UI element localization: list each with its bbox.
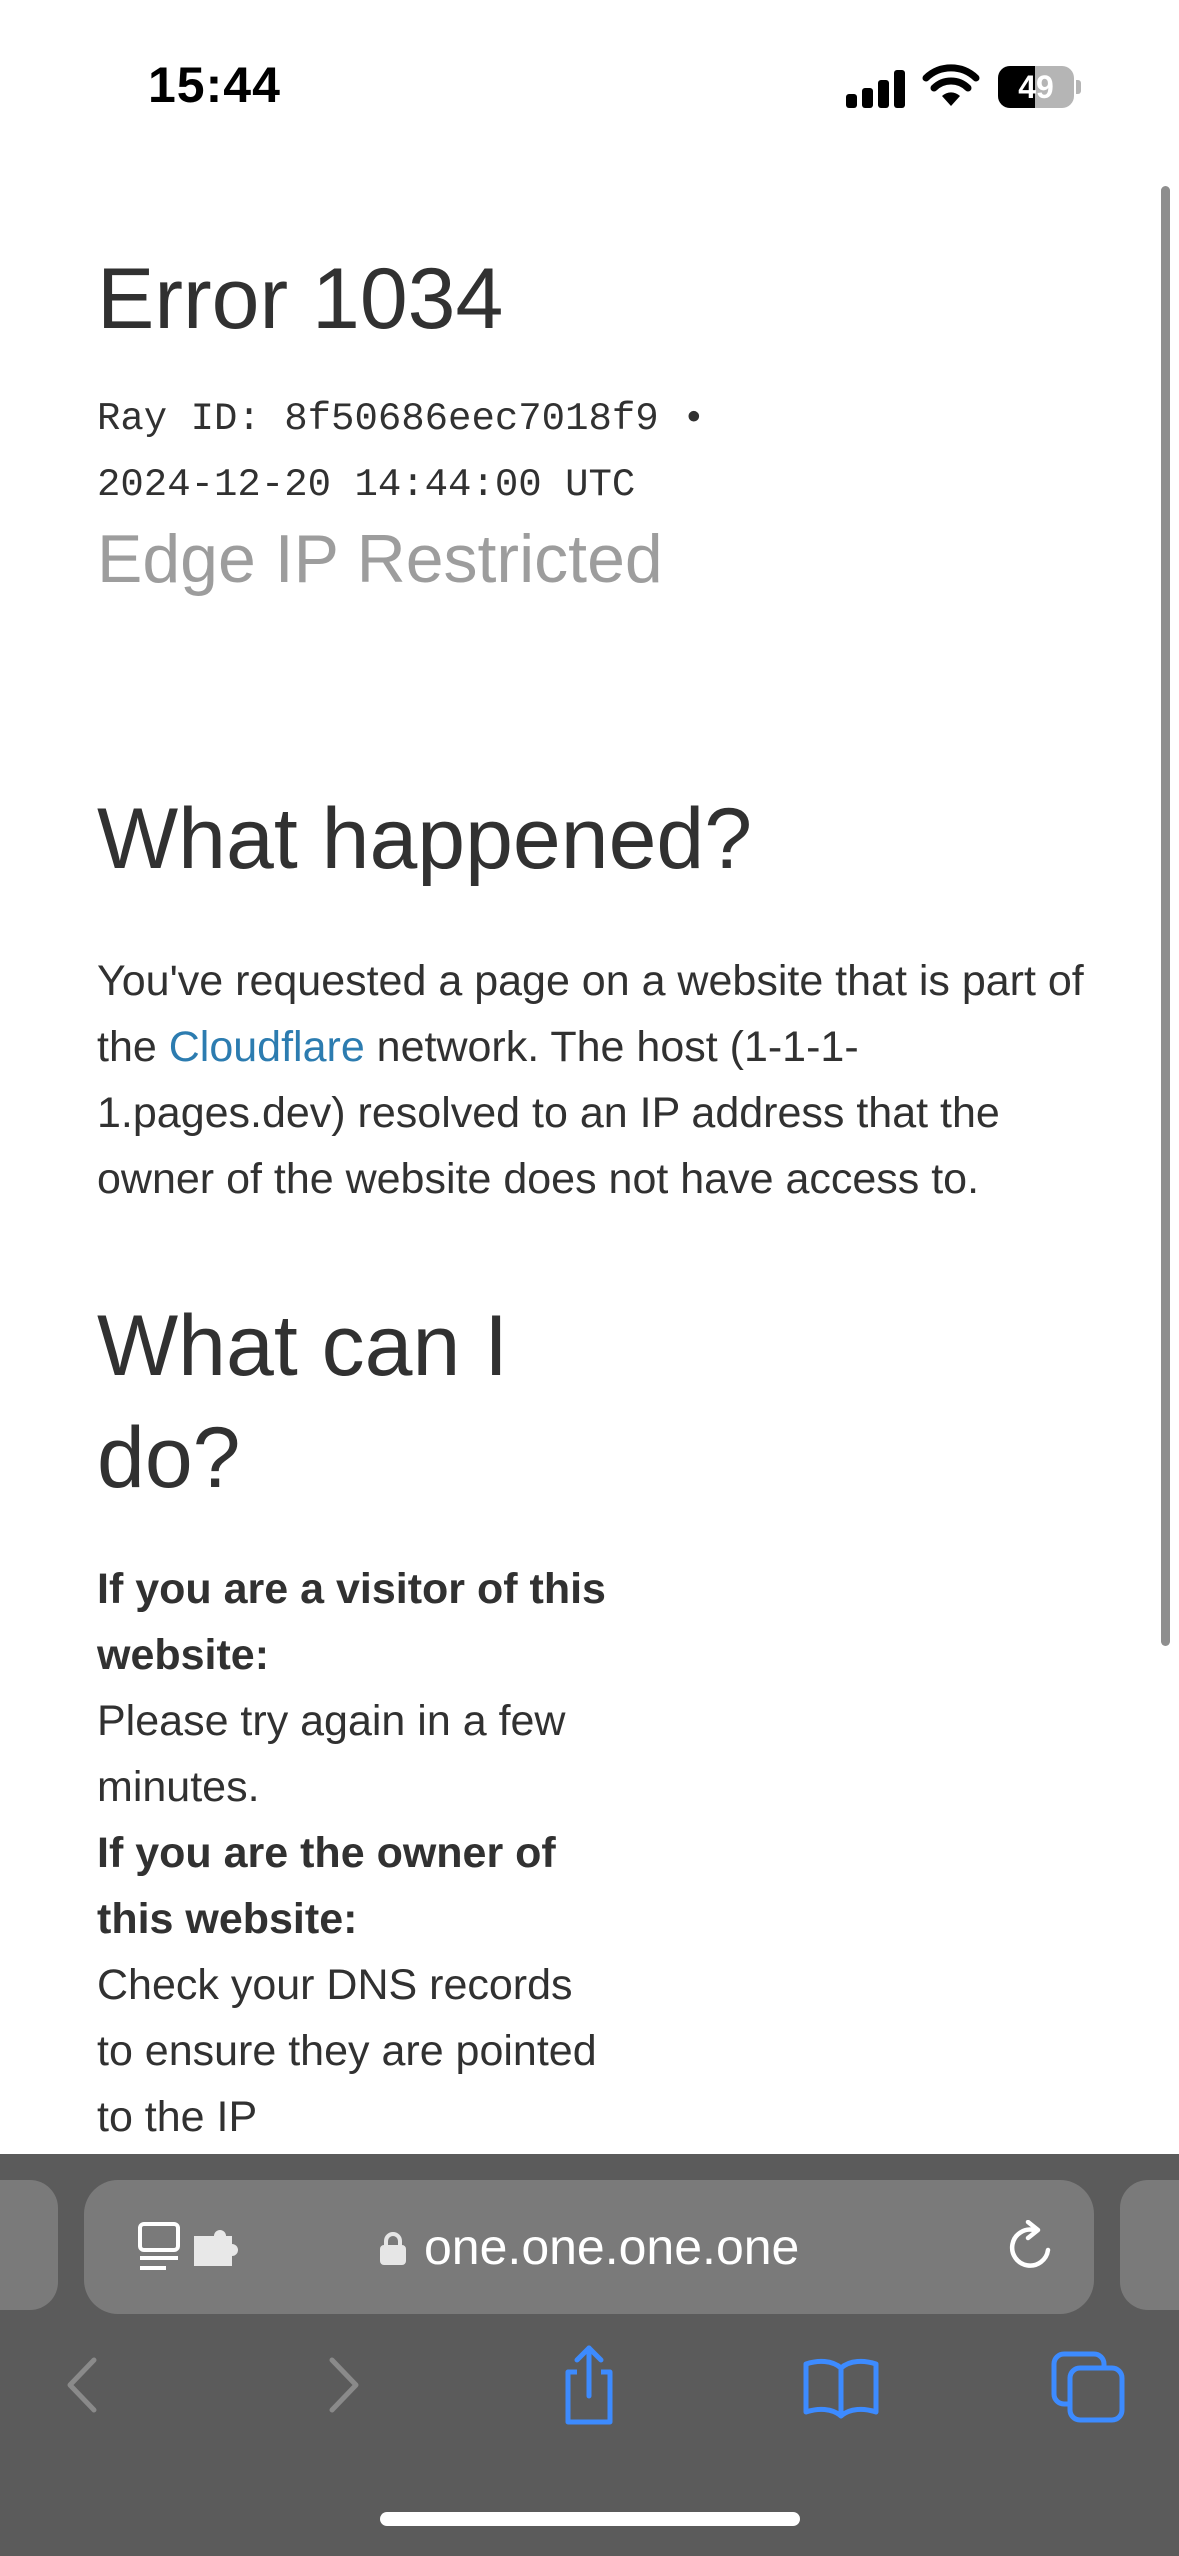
- what-can-i-do-section: If you are a visitor of this website: Pl…: [97, 1556, 617, 2150]
- url-text[interactable]: one.one.one.one: [424, 2216, 799, 2278]
- ray-timestamp: 2024-12-20 14:44:00 UTC: [97, 463, 636, 507]
- error-subtitle: Edge IP Restricted: [97, 521, 663, 597]
- visitor-heading: If you are a visitor of this website:: [97, 1565, 606, 1679]
- lock-icon: [380, 2232, 406, 2265]
- visitor-text: Please try again in a few minutes.: [97, 1697, 566, 1811]
- extension-icon: [194, 2230, 238, 2266]
- forward-icon[interactable]: [296, 2340, 386, 2430]
- owner-heading: If you are the owner of this website:: [97, 1829, 556, 1943]
- reload-icon[interactable]: [1004, 2220, 1058, 2274]
- cloudflare-link[interactable]: Cloudflare: [169, 1023, 365, 1071]
- error-title: Error 1034: [97, 251, 504, 347]
- ray-id: Ray ID: 8f50686eec7018f9 • 2024-12-20 14…: [97, 386, 897, 518]
- what-can-i-do-heading: What can I do?: [97, 1298, 509, 1506]
- previous-tab-peek[interactable]: [0, 2180, 58, 2310]
- wifi-icon: [922, 64, 980, 106]
- back-icon[interactable]: [40, 2340, 130, 2430]
- owner-text: Check your DNS records to ensure they ar…: [97, 1961, 597, 2141]
- signal-icon: [846, 70, 906, 108]
- home-indicator[interactable]: [380, 2512, 800, 2526]
- share-icon[interactable]: [544, 2340, 634, 2430]
- next-tab-peek[interactable]: [1120, 2180, 1179, 2310]
- what-happened-text: You've requested a page on a website tha…: [97, 948, 1087, 1212]
- browser-toolbar: one.one.one.one: [0, 2154, 1179, 2556]
- what-happened-heading: What happened?: [97, 791, 753, 887]
- status-time: 15:44: [148, 57, 281, 113]
- scrollbar[interactable]: [1161, 186, 1170, 1646]
- battery-level: 49: [1018, 69, 1054, 105]
- tabs-icon[interactable]: [1044, 2340, 1134, 2430]
- status-bar: 15:44 49: [0, 0, 1179, 170]
- ray-id-line: Ray ID: 8f50686eec7018f9 •: [97, 397, 706, 441]
- battery-icon: 49: [998, 66, 1081, 108]
- bookmarks-icon[interactable]: [796, 2340, 886, 2430]
- address-bar[interactable]: one.one.one.one: [84, 2180, 1094, 2314]
- toolbar-buttons: [0, 2340, 1179, 2440]
- reader-icon[interactable]: [136, 2222, 256, 2274]
